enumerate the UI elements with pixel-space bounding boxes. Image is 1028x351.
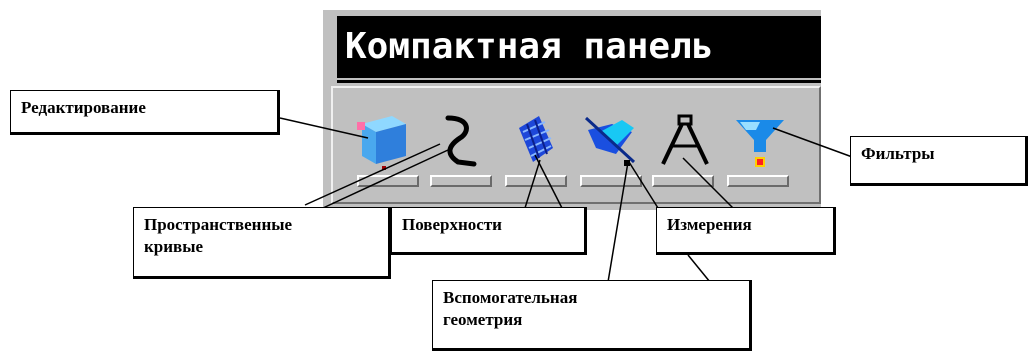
compass-measure-icon <box>661 114 709 165</box>
spatial-curve-icon <box>445 115 477 167</box>
tool-tab[interactable] <box>727 175 789 187</box>
callout-measurements-label: Измерения <box>667 215 752 234</box>
callout-spatial-curves-line1: Пространственные <box>144 215 293 234</box>
auxiliary-geometry-icon <box>584 116 636 166</box>
cube-edit-icon <box>357 116 406 170</box>
callout-spatial-curves-line2: кривые <box>144 237 204 256</box>
tool-tab[interactable] <box>430 175 492 187</box>
title-separator <box>337 80 821 83</box>
callout-aux-geometry-line1: Вспомогательная <box>443 288 578 307</box>
funnel-filter-icon <box>736 120 784 167</box>
tool-tab[interactable] <box>505 175 567 187</box>
panel-title: Компактная панель <box>337 16 821 78</box>
measurements-tool-button[interactable] <box>655 110 715 170</box>
callout-surfaces-label: Поверхности <box>402 215 502 234</box>
callout-filters-label: Фильтры <box>861 144 935 163</box>
editing-tool-button[interactable] <box>352 110 412 170</box>
callout-spatial-curves: Пространственные кривые <box>133 207 391 279</box>
tool-tab[interactable] <box>652 175 714 187</box>
callout-aux-geometry-line2: геометрия <box>443 310 523 329</box>
tool-tab[interactable] <box>580 175 642 187</box>
callout-editing-label: Редактирование <box>21 98 146 117</box>
surface-icon <box>519 116 553 162</box>
callout-surfaces: Поверхности <box>391 207 587 255</box>
callout-measurements: Измерения <box>656 207 836 255</box>
callout-editing: Редактирование <box>10 90 280 135</box>
filters-tool-button[interactable] <box>730 110 790 170</box>
callout-aux-geometry: Вспомогательная геометрия <box>432 280 752 351</box>
tool-tab[interactable] <box>357 175 419 187</box>
callout-filters: Фильтры <box>850 136 1028 186</box>
surfaces-tool-button[interactable] <box>505 110 565 170</box>
auxiliary-geometry-tool-button[interactable] <box>582 110 642 170</box>
spatial-curves-tool-button[interactable] <box>430 110 490 170</box>
